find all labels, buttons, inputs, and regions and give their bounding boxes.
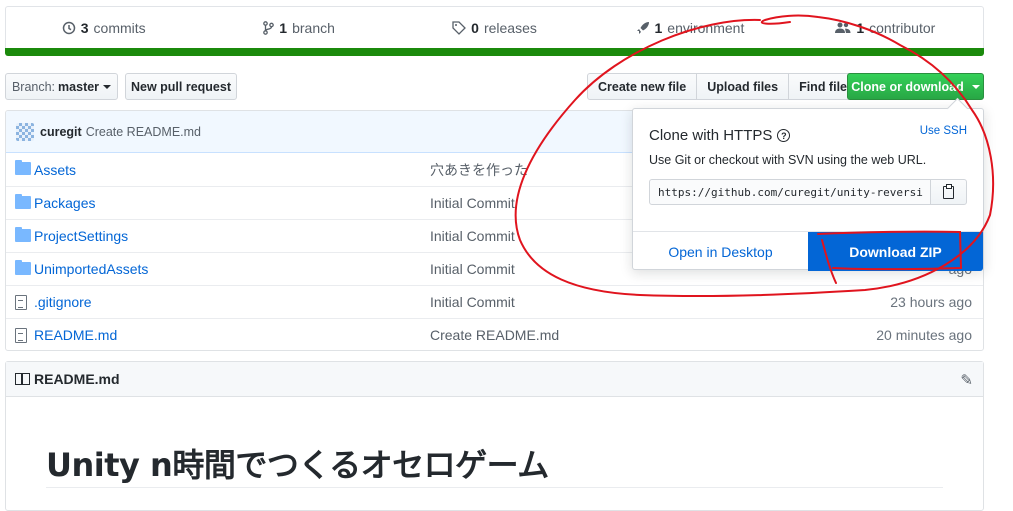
file-name[interactable]: .gitignore bbox=[34, 294, 92, 310]
git-branch-icon bbox=[263, 20, 275, 35]
file-commit-message[interactable]: Create README.md bbox=[430, 327, 559, 343]
clone-popup: Clone with HTTPS ? Use SSH Use Git or ch… bbox=[632, 108, 984, 271]
commits-link[interactable]: 3 commits bbox=[6, 20, 201, 36]
tag-icon bbox=[452, 20, 467, 35]
language-bar[interactable] bbox=[5, 48, 984, 56]
people-icon bbox=[835, 22, 851, 33]
environments-link[interactable]: 1 environment bbox=[592, 20, 787, 36]
branch-prefix: Branch: bbox=[11, 79, 56, 94]
file-commit-message[interactable]: 穴あきを作った bbox=[430, 160, 528, 180]
file-name[interactable]: ProjectSettings bbox=[34, 228, 128, 244]
clipboard-icon bbox=[943, 183, 954, 199]
caret-down-icon bbox=[971, 84, 980, 89]
file-age: 20 minutes ago bbox=[876, 327, 972, 343]
branch-value: master bbox=[58, 79, 100, 94]
contributor-label: contributor bbox=[869, 19, 936, 36]
caret-down-icon bbox=[103, 84, 112, 89]
branch-label: branch bbox=[292, 19, 335, 36]
clone-or-download-label: Clone or download bbox=[851, 79, 964, 94]
file-commit-message[interactable]: Initial Commit bbox=[430, 294, 515, 310]
branches-link[interactable]: 1 branch bbox=[201, 20, 396, 36]
releases-label: releases bbox=[483, 19, 537, 36]
readme-title: Unity n時間でつくるオセロゲーム bbox=[46, 446, 549, 484]
readme-panel: README.md ✎ Unity n時間でつくるオセロゲーム bbox=[5, 361, 984, 511]
file-name[interactable]: UnimportedAssets bbox=[34, 261, 148, 277]
releases-link[interactable]: 0 releases bbox=[397, 20, 592, 36]
branch-select-button[interactable]: Branch: master bbox=[5, 73, 118, 100]
use-ssh-link[interactable]: Use SSH bbox=[920, 125, 967, 137]
book-icon bbox=[15, 373, 30, 385]
file-name[interactable]: README.md bbox=[34, 327, 117, 343]
file-row[interactable]: .gitignore Initial Commit 23 hours ago bbox=[6, 285, 983, 318]
readme-header: README.md ✎ bbox=[6, 362, 983, 397]
clone-description: Use Git or checkout with SVN using the w… bbox=[649, 153, 927, 167]
file-icon bbox=[15, 328, 31, 343]
file-actions-group: Create new file Upload files Find file bbox=[587, 73, 858, 100]
file-commit-message[interactable]: Initial Commit bbox=[430, 195, 515, 211]
folder-icon bbox=[15, 160, 31, 176]
releases-count: 0 bbox=[471, 19, 479, 36]
file-row[interactable]: README.md Create README.md 20 minutes ago bbox=[6, 318, 983, 350]
file-name[interactable]: Packages bbox=[34, 195, 95, 211]
divider bbox=[46, 487, 943, 488]
file-age: 23 hours ago bbox=[890, 294, 972, 310]
clone-url-input[interactable]: https://github.com/curegit/unity-reversi bbox=[649, 179, 931, 205]
repo-summary-bar: 3 commits 1 branch 0 releases 1 environm… bbox=[5, 6, 984, 48]
file-commit-message[interactable]: Initial Commit bbox=[430, 261, 515, 277]
commit-message[interactable]: Create README.md bbox=[86, 125, 201, 139]
history-icon bbox=[62, 21, 75, 34]
contributor-count: 1 bbox=[856, 19, 865, 36]
commits-label: commits bbox=[93, 19, 146, 36]
create-new-file-button[interactable]: Create new file bbox=[587, 73, 698, 100]
new-pull-request-button[interactable]: New pull request bbox=[125, 73, 237, 100]
clone-or-download-button[interactable]: Clone or download bbox=[847, 73, 984, 100]
folder-icon bbox=[15, 194, 31, 210]
download-zip-button[interactable]: Download ZIP bbox=[808, 232, 983, 271]
copy-url-button[interactable] bbox=[930, 179, 967, 205]
clone-popup-title: Clone with HTTPS ? bbox=[649, 127, 791, 144]
rocket-icon bbox=[636, 21, 649, 34]
readme-header-label: README.md bbox=[34, 371, 120, 387]
commit-author[interactable]: curegit bbox=[40, 125, 82, 139]
contributors-link[interactable]: 1 contributor bbox=[788, 20, 983, 36]
avatar[interactable] bbox=[16, 122, 34, 141]
environment-label: environment bbox=[667, 19, 745, 36]
file-icon bbox=[15, 295, 31, 310]
clone-popup-title-text: Clone with HTTPS bbox=[649, 127, 773, 144]
branch-count: 1 bbox=[279, 19, 288, 36]
file-commit-message[interactable]: Initial Commit bbox=[430, 228, 515, 244]
clone-popup-footer: Open in Desktop Download ZIP bbox=[633, 231, 983, 271]
commits-count: 3 bbox=[80, 19, 89, 36]
folder-icon bbox=[15, 227, 31, 243]
folder-icon bbox=[15, 260, 31, 276]
environment-count: 1 bbox=[654, 19, 663, 36]
pencil-icon[interactable]: ✎ bbox=[960, 371, 973, 389]
open-in-desktop-button[interactable]: Open in Desktop bbox=[633, 232, 808, 271]
question-icon[interactable]: ? bbox=[777, 129, 791, 142]
file-name[interactable]: Assets bbox=[34, 162, 76, 178]
upload-files-button[interactable]: Upload files bbox=[696, 73, 790, 100]
